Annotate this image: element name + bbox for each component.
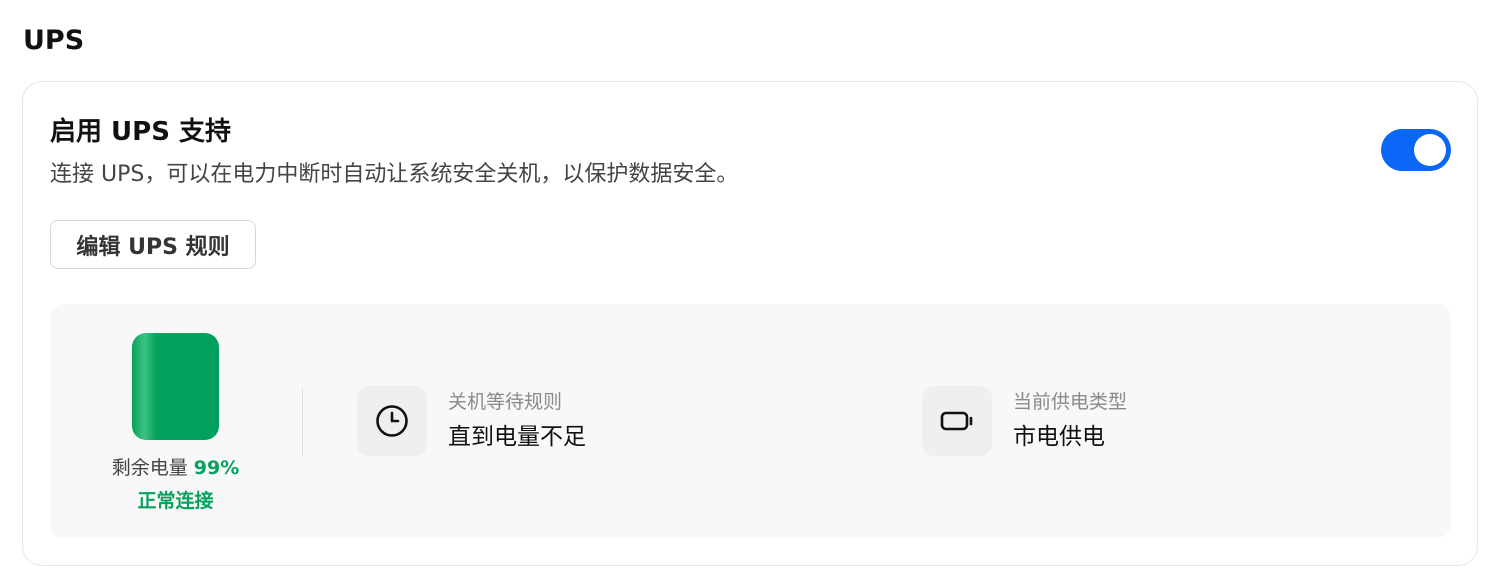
ups-status-panel: 剩余电量 99% 正常连接 关机等待规则 直到电量不足 当前供电类型 市电供电 [50, 304, 1451, 538]
battery-remaining-value: 99% [193, 457, 240, 479]
shutdown-rule-label: 关机等待规则 [448, 391, 563, 413]
toggle-knob [1414, 134, 1446, 166]
clock-icon [376, 405, 408, 437]
power-source-label: 当前供电类型 [1013, 391, 1128, 413]
battery-icon-box [922, 386, 992, 456]
battery-icon [940, 411, 973, 431]
battery-remaining: 剩余电量 99% [50, 456, 301, 480]
battery-level-indicator [132, 333, 219, 440]
clock-icon-box [357, 386, 427, 456]
ups-description: 连接 UPS，可以在电力中断时自动让系统安全关机，以保护数据安全。 [50, 162, 739, 187]
ups-enable-title: 启用 UPS 支持 [50, 117, 231, 147]
divider [302, 387, 303, 457]
shutdown-rule-value: 直到电量不足 [448, 424, 586, 450]
section-title: UPS [23, 25, 85, 56]
ups-settings-card: 启用 UPS 支持 连接 UPS，可以在电力中断时自动让系统安全关机，以保护数据… [22, 81, 1478, 566]
ups-enable-toggle[interactable] [1381, 129, 1451, 171]
battery-remaining-label: 剩余电量 [111, 457, 188, 479]
connection-status: 正常连接 [137, 490, 214, 512]
power-source-value: 市电供电 [1013, 424, 1105, 450]
edit-ups-rules-button[interactable]: 编辑 UPS 规则 [50, 220, 256, 269]
